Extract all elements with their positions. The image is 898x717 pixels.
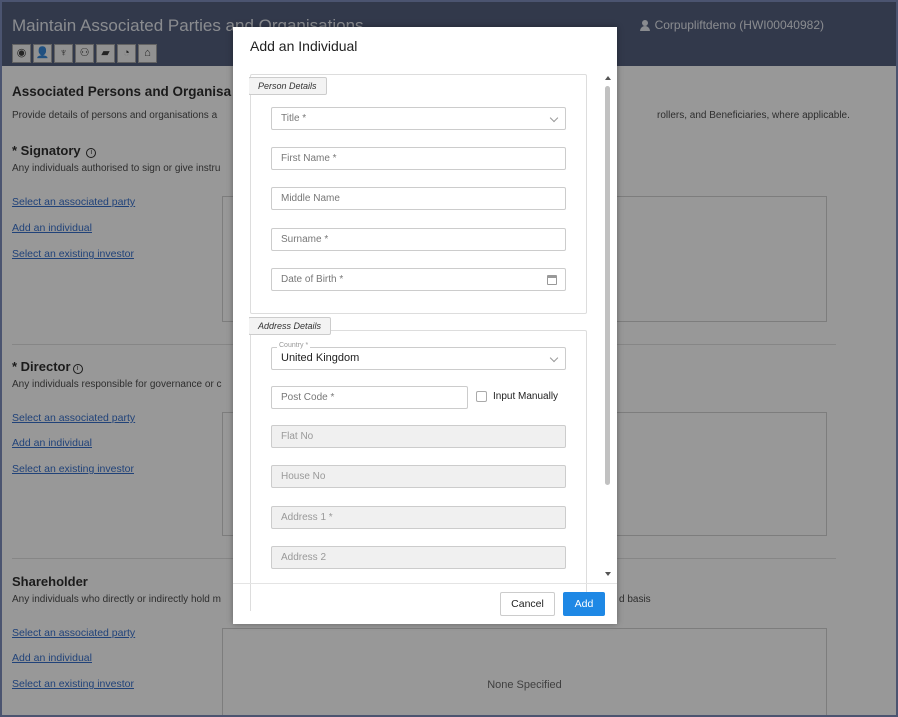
dialog-body: Person Details Title * First Name * Midd… — [249, 74, 616, 611]
scroll-up-arrow[interactable] — [605, 76, 611, 80]
scroll-down-arrow[interactable] — [605, 572, 611, 576]
surname-field[interactable]: Surname * — [271, 228, 566, 251]
house-no-field: House No — [271, 465, 566, 488]
title-select[interactable]: Title * — [271, 107, 566, 130]
person-details-legend: Person Details — [249, 77, 327, 95]
dialog-footer-divider — [233, 583, 617, 584]
address-1-field: Address 1 * — [271, 506, 566, 529]
middle-name-field[interactable]: Middle Name — [271, 187, 566, 210]
add-button[interactable]: Add — [563, 592, 605, 616]
chevron-down-icon — [549, 113, 559, 123]
input-manually-checkbox[interactable] — [476, 391, 487, 402]
post-code-field[interactable]: Post Code * — [271, 386, 468, 409]
date-of-birth-field[interactable]: Date of Birth * — [271, 268, 566, 291]
country-select[interactable]: United Kingdom — [271, 347, 566, 370]
country-label: Country * — [277, 342, 311, 349]
dialog-scrollbar[interactable] — [605, 86, 610, 485]
flat-no-field: Flat No — [271, 425, 566, 448]
cancel-button[interactable]: Cancel — [500, 592, 555, 616]
first-name-field[interactable]: First Name * — [271, 147, 566, 170]
address-2-field: Address 2 — [271, 546, 566, 569]
add-individual-dialog: Add an Individual Person Details Title *… — [233, 27, 617, 624]
chevron-down-icon — [549, 353, 559, 363]
dialog-title: Add an Individual — [250, 38, 358, 54]
address-details-legend: Address Details — [249, 317, 332, 335]
calendar-icon[interactable] — [547, 275, 557, 285]
input-manually-label: Input Manually — [493, 391, 559, 402]
